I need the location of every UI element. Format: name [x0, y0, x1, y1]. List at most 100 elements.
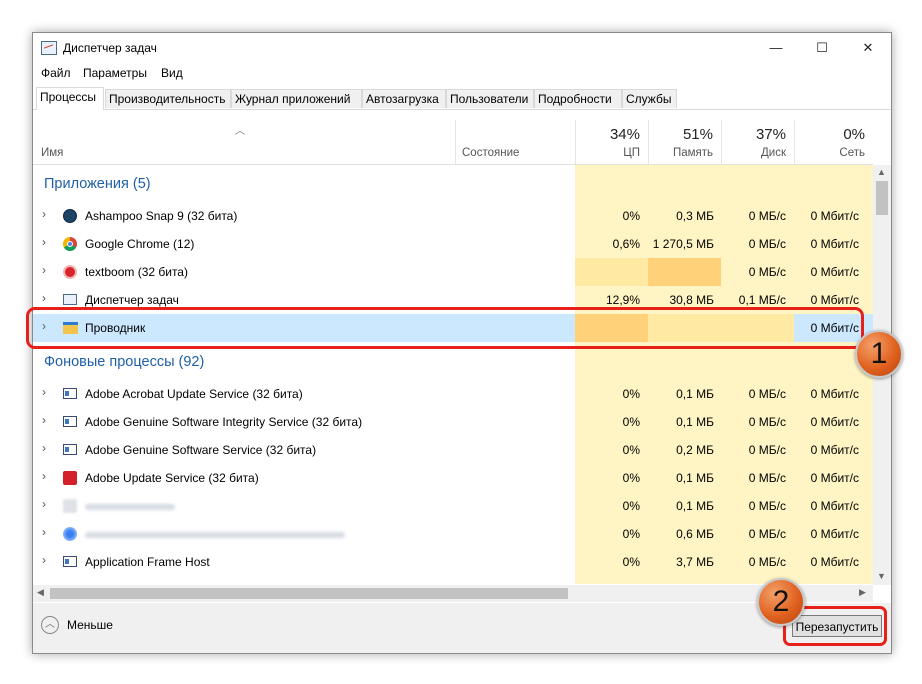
process-name: Adobe Update Service (32 бита)	[85, 471, 259, 485]
cpu-value: 0%	[622, 443, 640, 457]
expand-chevron-icon[interactable]: ›	[42, 385, 46, 399]
header-memory[interactable]: 51% Память	[648, 120, 721, 164]
process-name: Ashampoo Snap 9 (32 бита)	[85, 209, 238, 223]
cpu-value: 0%	[622, 209, 640, 223]
network-value: 0 Мбит/с	[810, 527, 859, 541]
expand-chevron-icon[interactable]: ›	[42, 441, 46, 455]
scroll-up-icon[interactable]: ▲	[877, 167, 886, 177]
cpu-value: 0%	[622, 499, 640, 513]
cpu-heat-cell	[575, 258, 648, 286]
header-status[interactable]: Состояние	[455, 120, 575, 164]
maximize-button[interactable]: ☐	[799, 33, 845, 63]
expand-chevron-icon[interactable]: ›	[42, 525, 46, 539]
memory-value: 0,1 МБ	[676, 471, 714, 485]
scroll-right-icon[interactable]: ▶	[859, 587, 866, 598]
network-value: 0 Мбит/с	[810, 387, 859, 401]
scroll-down-icon[interactable]: ▼	[877, 571, 886, 581]
tab-app-history[interactable]: Журнал приложений	[231, 89, 362, 108]
cpu-value: 0%	[622, 471, 640, 485]
expand-chevron-icon[interactable]: ›	[42, 207, 46, 221]
process-row[interactable]: › 0% 0,6 МБ 0 МБ/с 0 Мбит/с	[33, 520, 873, 548]
network-value: 0 Мбит/с	[810, 265, 859, 279]
expand-chevron-icon[interactable]: ›	[42, 497, 46, 511]
header-disk[interactable]: 37% Диск	[721, 120, 794, 164]
title-bar[interactable]: Диспетчер задач — ☐ ✕	[33, 33, 891, 63]
expand-chevron-icon[interactable]: ›	[42, 235, 46, 249]
cpu-value: 0%	[622, 387, 640, 401]
group-background-heading[interactable]: Фоновые процессы (92)	[44, 354, 204, 370]
scroll-left-icon[interactable]: ◀	[37, 587, 44, 598]
memory-value: 30,8 МБ	[669, 293, 714, 307]
disk-value: 0,1 МБ/с	[738, 293, 786, 307]
disk-value: 0 МБ/с	[748, 209, 786, 223]
window-title: Диспетчер задач	[63, 41, 157, 55]
header-network[interactable]: 0% Сеть	[794, 120, 873, 164]
tab-strip: Процессы Производительность Журнал прило…	[33, 87, 891, 110]
tab-services[interactable]: Службы	[622, 89, 677, 108]
expand-chevron-icon[interactable]: ›	[42, 263, 46, 277]
blurred-icon	[63, 499, 77, 513]
process-row[interactable]: › Application Frame Host 0% 3,7 МБ 0 МБ/с 0 М…	[33, 548, 873, 576]
process-row[interactable]: › Adobe Genuine Software Service (32 бита…	[33, 436, 873, 464]
memory-label: Память	[672, 147, 713, 159]
horizontal-scroll-thumb[interactable]	[50, 588, 568, 599]
disk-total: 37%	[755, 126, 786, 143]
memory-value: 1 270,5 МБ	[652, 237, 714, 251]
header-status-label: Состояние	[462, 147, 520, 159]
process-row[interactable]: › Adobe Acrobat Update Service (32 бита) 0…	[33, 380, 873, 408]
menu-view[interactable]: Вид	[161, 66, 183, 80]
close-button[interactable]: ✕	[845, 33, 891, 63]
redacted-process-name	[85, 532, 345, 538]
tab-users[interactable]: Пользователи	[446, 89, 534, 108]
disk-value: 0 МБ/с	[748, 555, 786, 569]
header-cpu[interactable]: 34% ЦП	[575, 120, 648, 164]
process-row[interactable]: › 0% 0,1 МБ 0 МБ/с 0 Мбит/с	[33, 492, 873, 520]
menu-bar: Файл Параметры Вид	[33, 63, 891, 83]
minimize-button[interactable]: —	[753, 33, 799, 63]
disk-value: 0 МБ/с	[748, 527, 786, 541]
memory-value: 0,2 МБ	[676, 443, 714, 457]
table-header: ︿ Имя Состояние 34% ЦП 51% Память 37% Ди…	[33, 120, 873, 165]
process-row[interactable]: › Ashampoo Snap 9 (32 бита) 0% 0,3 МБ 0 МБ/с…	[33, 202, 873, 230]
task-manager-icon	[41, 41, 57, 55]
tab-performance[interactable]: Производительность	[105, 89, 231, 108]
service-window-icon	[63, 555, 77, 569]
network-value: 0 Мбит/с	[810, 237, 859, 251]
process-row[interactable]: ›textboom (32 бита)0%0,7 МБ0 МБ/с0 Мбит/…	[33, 258, 873, 286]
header-name[interactable]: Имя	[33, 120, 455, 164]
cpu-total: 34%	[609, 126, 640, 143]
tab-processes[interactable]: Процессы	[36, 87, 104, 110]
menu-file[interactable]: Файл	[41, 66, 71, 80]
cpu-value: 0%	[622, 415, 640, 429]
chrome-icon	[63, 237, 77, 251]
tab-details[interactable]: Подробности	[534, 89, 622, 108]
network-value: 0 Мбит/с	[810, 209, 859, 223]
process-row[interactable]: › Adobe Genuine Software Integrity Servic…	[33, 408, 873, 436]
process-name: Application Frame Host	[85, 555, 210, 569]
expand-chevron-icon[interactable]: ›	[42, 291, 46, 305]
network-label: Сеть	[839, 147, 865, 159]
callout-badge-2: 2	[757, 578, 805, 626]
header-name-label: Имя	[41, 147, 64, 159]
expand-chevron-icon[interactable]: ›	[42, 553, 46, 567]
redacted-process-name	[85, 504, 175, 510]
horizontal-scrollbar[interactable]: ◀ ▶	[33, 585, 873, 602]
process-row[interactable]: › Adobe Update Service (32 бита) 0% 0,1 МБ 0…	[33, 464, 873, 492]
cpu-value: 0%	[622, 527, 640, 541]
expand-chevron-icon[interactable]: ›	[42, 469, 46, 483]
network-value: 0 Мбит/с	[810, 555, 859, 569]
vertical-scroll-thumb[interactable]	[876, 181, 888, 215]
disk-value: 0 МБ/с	[748, 237, 786, 251]
memory-value: 0,1 МБ	[676, 415, 714, 429]
process-row[interactable]: › Google Chrome (12) 0,6% 1 270,5 МБ 0 МБ/с 0…	[33, 230, 873, 258]
callout-badge-1: 1	[855, 330, 903, 378]
disk-value: 0 МБ/с	[748, 387, 786, 401]
collapse-chevron-icon[interactable]: ︿	[41, 616, 59, 634]
disk-value: 0 МБ/с	[748, 499, 786, 513]
menu-options[interactable]: Параметры	[83, 66, 147, 80]
fewer-details-link[interactable]: Меньше	[67, 618, 113, 632]
tab-startup[interactable]: Автозагрузка	[362, 89, 446, 108]
network-value: 0 Мбит/с	[810, 471, 859, 485]
expand-chevron-icon[interactable]: ›	[42, 413, 46, 427]
group-apps-heading[interactable]: Приложения (5)	[44, 176, 151, 192]
